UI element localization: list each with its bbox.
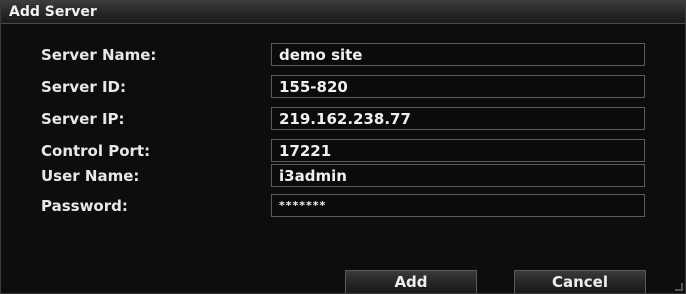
- resize-grip[interactable]: [675, 283, 683, 291]
- server-id-label: Server ID:: [41, 78, 126, 96]
- server-id-row: Server ID:: [1, 75, 685, 100]
- user-name-field[interactable]: [271, 164, 645, 187]
- control-port-field[interactable]: [271, 139, 645, 162]
- server-ip-row: Server IP:: [1, 107, 685, 132]
- user-name-row: User Name:: [1, 164, 685, 189]
- add-button[interactable]: Add: [345, 270, 477, 293]
- server-ip-label: Server IP:: [41, 110, 125, 128]
- server-name-field[interactable]: [271, 43, 645, 66]
- dialog-title: Add Server: [9, 4, 97, 20]
- server-name-label: Server Name:: [41, 46, 157, 64]
- cancel-button[interactable]: Cancel: [514, 270, 646, 293]
- server-name-row: Server Name:: [1, 43, 685, 68]
- password-field[interactable]: [271, 194, 645, 217]
- password-label: Password:: [41, 197, 128, 215]
- title-bar[interactable]: Add Server: [1, 1, 685, 24]
- control-port-label: Control Port:: [41, 142, 151, 160]
- server-id-field[interactable]: [271, 75, 645, 98]
- server-ip-field[interactable]: [271, 107, 645, 130]
- user-name-label: User Name:: [41, 167, 140, 185]
- password-row: Password:: [1, 194, 685, 219]
- add-server-dialog: Add Server Server Name: Server ID: Serve…: [0, 0, 686, 294]
- control-port-row: Control Port:: [1, 139, 685, 164]
